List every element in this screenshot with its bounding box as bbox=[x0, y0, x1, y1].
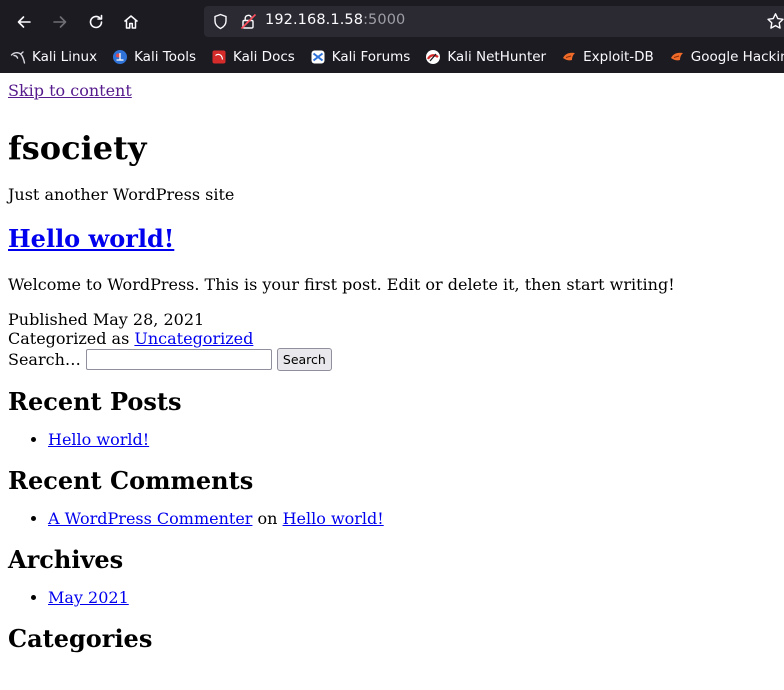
site-tagline: Just another WordPress site bbox=[8, 185, 235, 204]
recent-posts-heading: Recent Posts bbox=[8, 387, 182, 416]
site-title: fsociety bbox=[8, 129, 147, 167]
bookmark-star-icon[interactable] bbox=[766, 12, 784, 31]
arrow-right-icon bbox=[53, 16, 67, 28]
archives-heading: Archives bbox=[8, 545, 124, 574]
recent-posts-list: Hello world! bbox=[8, 430, 776, 449]
comment-on-text: on bbox=[257, 509, 278, 528]
browser-chrome: 192.168.1.58:5000 Kali Linux Kali Tools bbox=[0, 0, 784, 73]
bookmark-google-hacking-db[interactable]: Google Hacking DB bbox=[659, 45, 784, 69]
kali-dragon-icon bbox=[10, 51, 26, 64]
comment-post-link[interactable]: Hello world! bbox=[283, 509, 384, 528]
categories-heading: Categories bbox=[8, 624, 153, 653]
reload-icon bbox=[89, 14, 103, 29]
reload-button[interactable] bbox=[83, 9, 109, 35]
published-label: Published bbox=[8, 310, 88, 329]
kali-docs-icon bbox=[212, 50, 226, 64]
bookmarks-toolbar: Kali Linux Kali Tools Kali Docs Kali For… bbox=[0, 44, 784, 70]
bookmark-kali-linux[interactable]: Kali Linux bbox=[0, 45, 102, 69]
url-host: 192.168.1.58 bbox=[265, 12, 364, 28]
bookmark-label: Kali Tools bbox=[134, 49, 196, 65]
url-text[interactable]: 192.168.1.58:5000 bbox=[265, 12, 405, 28]
home-button[interactable] bbox=[118, 9, 144, 35]
bookmark-label: Google Hacking DB bbox=[690, 49, 784, 65]
recent-comments-list: A WordPress Commenter on Hello world! bbox=[8, 509, 776, 528]
recent-post-link[interactable]: Hello world! bbox=[48, 430, 149, 449]
list-item: A WordPress Commenter on Hello world! bbox=[48, 509, 776, 528]
address-bar[interactable]: 192.168.1.58:5000 bbox=[204, 6, 784, 37]
post-content: Welcome to WordPress. This is your first… bbox=[8, 275, 675, 294]
comment-author-link[interactable]: A WordPress Commenter bbox=[48, 509, 252, 528]
exploit-db-icon bbox=[563, 52, 576, 61]
bookmark-kali-nethunter[interactable]: Kali NetHunter bbox=[415, 45, 551, 69]
page-content: Skip to content fsociety Just another Wo… bbox=[0, 73, 784, 690]
bookmark-label: Exploit-DB bbox=[583, 49, 654, 65]
post-title-link[interactable]: Hello world! bbox=[8, 224, 174, 253]
recent-comments-heading: Recent Comments bbox=[8, 466, 254, 495]
published-date: May 28, 2021 bbox=[92, 310, 205, 329]
bookmark-label: Kali NetHunter bbox=[447, 49, 547, 65]
kali-forums-icon bbox=[311, 50, 325, 64]
insecure-lock-icon[interactable] bbox=[240, 13, 257, 30]
arrow-left-icon bbox=[17, 16, 31, 28]
bookmark-kali-docs[interactable]: Kali Docs bbox=[201, 45, 300, 69]
bookmark-label: Kali Linux bbox=[32, 49, 98, 65]
bookmark-label: Kali Docs bbox=[233, 49, 295, 65]
shield-icon[interactable] bbox=[212, 13, 229, 30]
forward-button[interactable] bbox=[47, 9, 73, 35]
search-label: Search… bbox=[8, 349, 81, 369]
ghdb-icon bbox=[670, 52, 683, 61]
list-item: Hello world! bbox=[48, 430, 776, 449]
search-button[interactable]: Search bbox=[276, 347, 332, 371]
kali-tools-icon bbox=[113, 50, 128, 64]
url-port: :5000 bbox=[363, 12, 406, 28]
bookmark-label: Kali Forums bbox=[331, 49, 411, 65]
search-input[interactable] bbox=[85, 348, 272, 370]
home-icon bbox=[124, 15, 138, 29]
bookmark-kali-tools[interactable]: Kali Tools bbox=[102, 45, 201, 69]
list-item: May 2021 bbox=[48, 588, 776, 607]
category-link[interactable]: Uncategorized bbox=[134, 329, 253, 348]
categorized-label: Categorized as bbox=[8, 329, 130, 348]
bookmark-exploit-db[interactable]: Exploit-DB bbox=[551, 45, 659, 69]
post-published: Published May 28, 2021 bbox=[8, 310, 776, 329]
search-form: Search… Search bbox=[8, 347, 776, 371]
archive-link[interactable]: May 2021 bbox=[48, 588, 129, 607]
post-title: Hello world! bbox=[8, 225, 776, 253]
post-categories: Categorized as Uncategorized bbox=[8, 329, 776, 348]
kali-nethunter-icon bbox=[426, 50, 441, 64]
bookmark-kali-forums[interactable]: Kali Forums bbox=[300, 45, 416, 69]
archives-list: May 2021 bbox=[8, 588, 776, 607]
back-button[interactable] bbox=[11, 9, 37, 35]
skip-to-content-link[interactable]: Skip to content bbox=[8, 81, 776, 100]
